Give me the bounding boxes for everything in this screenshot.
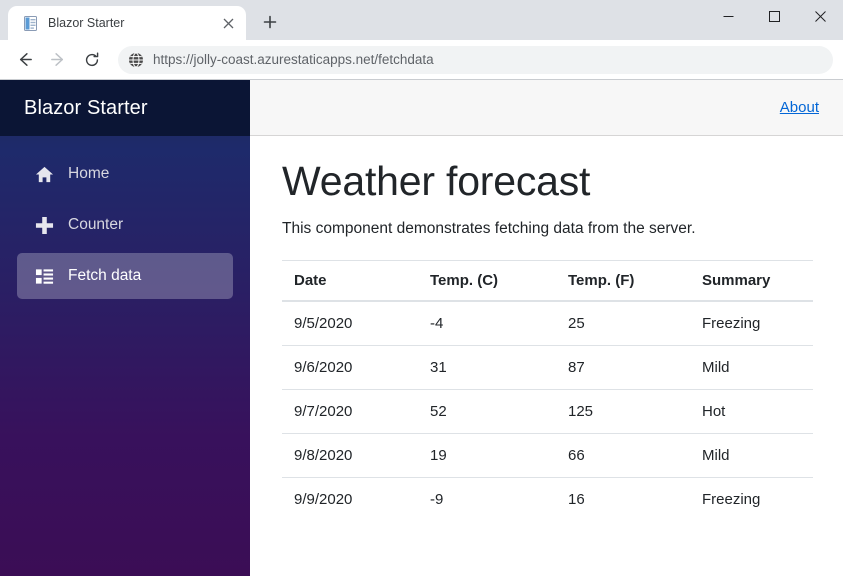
cell-summary: Freezing — [690, 300, 813, 346]
reload-icon[interactable] — [76, 44, 108, 76]
maximize-icon[interactable] — [751, 0, 797, 32]
app-topbar: About — [250, 80, 843, 136]
address-bar[interactable]: https://jolly-coast.azurestaticapps.net/… — [118, 45, 833, 74]
globe-icon — [128, 52, 144, 68]
page-title: Weather forecast — [282, 158, 591, 204]
cell-temp-f: 16 — [556, 476, 690, 521]
brand-header[interactable]: Blazor Starter — [0, 80, 250, 136]
back-arrow-icon[interactable] — [8, 44, 40, 76]
browser-tab[interactable]: Blazor Starter — [8, 6, 246, 40]
about-link[interactable]: About — [780, 99, 819, 116]
browser-window: Blazor Starter https://jolly-coast.azure… — [0, 0, 843, 576]
cell-temp-f: 25 — [556, 300, 690, 346]
table-row: 9/6/2020 31 87 Mild — [282, 344, 813, 390]
table-header-row: Date Temp. (C) Temp. (F) Summary — [282, 259, 813, 302]
table-row: 9/7/2020 52 125 Hot — [282, 388, 813, 434]
cell-temp-c: 19 — [418, 432, 556, 478]
cell-temp-f: 125 — [556, 388, 690, 434]
cell-summary: Hot — [690, 388, 813, 434]
sidebar-item-label: Home — [68, 165, 110, 182]
browser-toolbar: https://jolly-coast.azurestaticapps.net/… — [0, 40, 843, 80]
window-controls — [705, 0, 843, 40]
table-header: Date Temp. (C) Temp. (F) Summary — [282, 259, 813, 302]
document-page-icon — [22, 15, 39, 32]
column-header-temp-f: Temp. (F) — [556, 259, 690, 302]
page-content: Weather forecast This component demonstr… — [250, 136, 843, 576]
cell-temp-c: 52 — [418, 388, 556, 434]
forward-arrow-icon[interactable] — [42, 44, 74, 76]
tab-strip: Blazor Starter — [0, 0, 843, 40]
sidebar-item-counter[interactable]: Counter — [17, 202, 233, 248]
cell-date: 9/9/2020 — [282, 476, 418, 521]
column-header-date: Date — [282, 259, 418, 302]
cell-date: 9/8/2020 — [282, 432, 418, 478]
list-icon — [34, 266, 54, 286]
app-sidebar: Blazor Starter Home Counter Fetch data — [0, 80, 250, 576]
new-tab-button[interactable] — [256, 8, 284, 36]
sidebar-item-home[interactable]: Home — [17, 151, 233, 197]
cell-date: 9/5/2020 — [282, 300, 418, 346]
cell-temp-c: 31 — [418, 344, 556, 390]
cell-date: 9/7/2020 — [282, 388, 418, 434]
table-row: 9/5/2020 -4 25 Freezing — [282, 300, 813, 346]
close-icon[interactable] — [218, 13, 238, 33]
minimize-icon[interactable] — [705, 0, 751, 32]
plus-icon — [34, 215, 54, 235]
cell-summary: Mild — [690, 344, 813, 390]
column-header-temp-c: Temp. (C) — [418, 259, 556, 302]
table-row: 9/9/2020 -9 16 Freezing — [282, 476, 813, 521]
main-area: About Weather forecast This component de… — [250, 80, 843, 576]
cell-date: 9/6/2020 — [282, 344, 418, 390]
close-icon[interactable] — [797, 0, 843, 32]
sidebar-item-label: Fetch data — [68, 267, 142, 284]
home-icon — [34, 164, 54, 184]
column-header-summary: Summary — [690, 259, 813, 302]
tab-title: Blazor Starter — [48, 16, 125, 30]
cell-temp-c: -9 — [418, 476, 556, 521]
page-viewport: Blazor Starter Home Counter Fetch data A… — [0, 80, 843, 576]
page-subtitle: This component demonstrates fetching dat… — [282, 219, 696, 237]
cell-temp-c: -4 — [418, 300, 556, 346]
sidebar-nav: Home Counter Fetch data — [0, 136, 250, 304]
weather-forecast-table: Date Temp. (C) Temp. (F) Summary 9/5/202… — [282, 259, 813, 521]
sidebar-item-label: Counter — [68, 216, 124, 233]
sidebar-item-fetch-data[interactable]: Fetch data — [17, 253, 233, 299]
cell-summary: Mild — [690, 432, 813, 478]
brand-title: Blazor Starter — [24, 96, 148, 119]
cell-temp-f: 87 — [556, 344, 690, 390]
table-body: 9/5/2020 -4 25 Freezing 9/6/2020 31 87 M… — [282, 300, 813, 521]
cell-temp-f: 66 — [556, 432, 690, 478]
cell-summary: Freezing — [690, 476, 813, 521]
url-text: https://jolly-coast.azurestaticapps.net/… — [153, 52, 434, 67]
table-row: 9/8/2020 19 66 Mild — [282, 432, 813, 478]
